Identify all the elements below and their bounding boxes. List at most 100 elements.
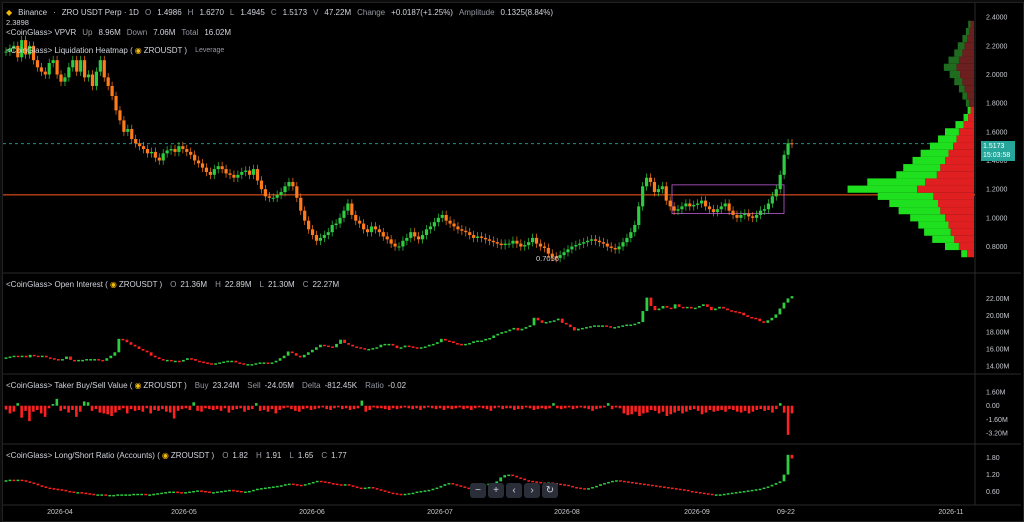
oi-bar bbox=[770, 317, 774, 321]
taker-bar bbox=[544, 405, 547, 410]
candle-body bbox=[295, 186, 299, 198]
candle-body bbox=[397, 246, 401, 248]
vpvr-down-bar bbox=[969, 99, 974, 107]
candle-body bbox=[786, 143, 790, 155]
taker-bar bbox=[708, 405, 712, 410]
ls-bar bbox=[415, 491, 419, 494]
vpvr-legend[interactable]: <CoinGlass> VPVR Up 8.96M Down 7.06M Total… bbox=[6, 28, 231, 37]
oi-bar bbox=[153, 355, 157, 358]
ls-bar bbox=[200, 490, 203, 492]
zoom-out-button[interactable]: − bbox=[470, 483, 486, 498]
vpvr-down-bar bbox=[954, 235, 974, 243]
oi-bar bbox=[641, 311, 645, 322]
amplitude-label: Amplitude bbox=[458, 8, 495, 17]
scroll-left-button[interactable]: ‹ bbox=[506, 483, 522, 498]
candle-body bbox=[625, 237, 629, 243]
ls-bar bbox=[335, 483, 339, 486]
ls-bar bbox=[427, 489, 431, 492]
candle-body bbox=[299, 197, 303, 211]
oi-bar bbox=[734, 311, 737, 313]
taker-bar bbox=[556, 405, 559, 409]
scroll-right-button[interactable]: › bbox=[524, 483, 540, 498]
taker-bar bbox=[321, 405, 325, 408]
ls-bar bbox=[734, 492, 738, 494]
chart-canvas[interactable]: 2.40002.20002.00001.80001.60001.40001.20… bbox=[0, 0, 1024, 522]
ls-bar bbox=[287, 483, 291, 486]
taker-legend[interactable]: <CoinGlass> Taker Buy/Sell Value ( ◉ ZRO… bbox=[6, 381, 406, 390]
taker-bar bbox=[767, 405, 770, 410]
oi-bar bbox=[439, 338, 443, 343]
candle-body bbox=[409, 232, 413, 238]
taker-bar bbox=[638, 405, 641, 416]
reset-chart-button[interactable]: ↻ bbox=[542, 483, 558, 498]
oi-bar bbox=[371, 348, 375, 350]
ls-bar bbox=[638, 483, 642, 485]
ls-bar bbox=[208, 491, 211, 494]
vpvr-total-label: Total bbox=[181, 28, 199, 37]
ls-bar bbox=[507, 474, 511, 477]
ls-bar bbox=[92, 493, 96, 496]
oi-bar bbox=[222, 361, 226, 364]
candle-body bbox=[574, 245, 578, 247]
candle-body bbox=[55, 60, 59, 75]
candle-body bbox=[307, 220, 311, 230]
candle-body bbox=[464, 230, 468, 233]
taker-bar bbox=[219, 405, 223, 411]
zoom-in-button[interactable]: + bbox=[488, 483, 504, 498]
oi-bar bbox=[286, 351, 290, 356]
oi-bar bbox=[411, 346, 415, 348]
heatmap-legend[interactable]: <CoinGlass> Liquidation Heatmap ( ◉ ZROU… bbox=[6, 46, 224, 55]
ls-bar bbox=[383, 490, 387, 492]
oi-legend[interactable]: <CoinGlass> Open Interest ( ◉ ZROUSDT ) … bbox=[6, 280, 339, 289]
time-tick-label: 2026-06 bbox=[299, 509, 325, 516]
oi-bar bbox=[61, 359, 64, 361]
vpvr-up-bar bbox=[945, 242, 959, 251]
ls-bar bbox=[16, 479, 20, 482]
leverage-label[interactable]: Leverage bbox=[195, 47, 224, 54]
candle-body bbox=[224, 169, 228, 174]
taker-bar bbox=[243, 405, 246, 412]
oi-bar bbox=[520, 328, 524, 331]
oi-bar bbox=[4, 357, 8, 359]
oi-bar bbox=[206, 362, 209, 364]
oi-bar bbox=[242, 363, 246, 365]
ls-bar bbox=[754, 489, 758, 491]
oi-bar bbox=[581, 327, 584, 330]
oi-bar bbox=[492, 335, 496, 338]
long-short-legend[interactable]: <CoinGlass> Long/Short Ratio (Accounts) … bbox=[6, 451, 347, 460]
taker-bar bbox=[4, 405, 8, 410]
candle-body bbox=[413, 232, 417, 237]
oi-bar bbox=[621, 325, 625, 327]
ls-bar bbox=[631, 481, 634, 484]
taker-bar bbox=[333, 405, 336, 409]
candle-body bbox=[330, 225, 334, 233]
candle-body bbox=[519, 243, 523, 247]
oi-close-value: 22.27M bbox=[312, 280, 340, 289]
taker-bar bbox=[223, 405, 227, 409]
symbol-title[interactable]: ZRO USDT Perp · 1D bbox=[62, 8, 139, 17]
oi-low-value: 21.30M bbox=[268, 280, 295, 289]
taker-bar bbox=[587, 405, 590, 410]
oi-bar bbox=[427, 344, 431, 347]
chart-window: 2.4000 2.2000 2.0000 1.8000 1.6000 1.4000 1.20… bbox=[0, 0, 1024, 522]
vpvr-down-bar bbox=[968, 113, 974, 122]
pane-tick-label: 1.60M bbox=[986, 390, 1006, 397]
oi-bar bbox=[714, 308, 717, 311]
ls-bar bbox=[519, 477, 523, 479]
ls-bar bbox=[196, 490, 199, 492]
oi-bar bbox=[552, 320, 556, 322]
candle-body bbox=[314, 235, 319, 241]
oi-bar bbox=[693, 307, 697, 310]
taker-bar bbox=[325, 405, 328, 410]
ls-bar bbox=[128, 494, 132, 496]
taker-bar bbox=[665, 405, 669, 416]
candle-body bbox=[790, 143, 794, 145]
time-tick-label: 2026-09 bbox=[684, 509, 710, 516]
taker-bar bbox=[415, 405, 418, 409]
taker-bar bbox=[98, 405, 102, 413]
vpvr-up-bar bbox=[963, 113, 969, 122]
ls-bar bbox=[40, 485, 44, 487]
taker-bar bbox=[200, 405, 203, 412]
candle-body bbox=[385, 236, 389, 240]
taker-bar bbox=[59, 405, 63, 411]
